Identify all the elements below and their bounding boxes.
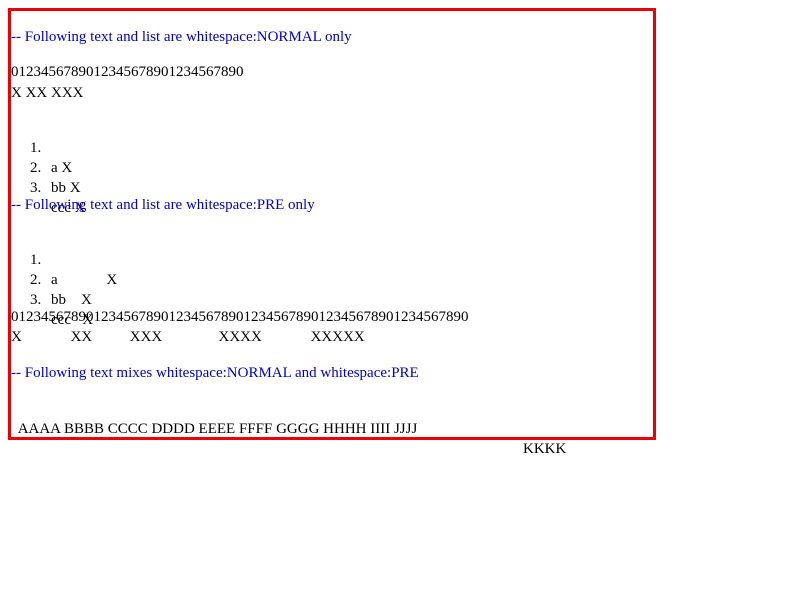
list-item: 1. a X [0, 118, 72, 176]
list-item-text: a X [51, 272, 118, 288]
normal-text: AAAA BBBB CCCC DDDD EEEE FFFF GGGG HHHH … [17, 421, 418, 437]
sample-pre: X XX XXX XXXX XXXXX [11, 329, 365, 345]
comment-mixed-heading: -- Following text mixes whitespace:NORMA… [11, 365, 419, 381]
ruler-normal: 0123456789012345678901234567890 [11, 64, 244, 80]
list-item-text: a X [51, 160, 73, 176]
list-item-number: 2. [30, 160, 42, 176]
list-item: 2. bb X [0, 138, 81, 196]
list-item-number: 1. [30, 252, 42, 268]
list-item: 2. bb X [0, 250, 92, 308]
list-item: 3. ccc X [0, 158, 86, 216]
list-item-number: 2. [30, 272, 42, 288]
sample-normal: X XX XXX [11, 85, 84, 101]
mixed-text-line: AAAA BBBB CCCC DDDD EEEE FFFF GGGG HHHH … [11, 399, 567, 457]
pre-text: KKKK [523, 441, 567, 457]
ruler-pre: 0123456789012345678901234567890123456789… [11, 309, 469, 325]
list-item-number: 1. [30, 140, 42, 156]
list-item: 3. ccc X [0, 270, 93, 328]
comment-normal-heading: -- Following text and list are whitespac… [11, 29, 352, 45]
comment-pre-heading: -- Following text and list are whitespac… [11, 197, 315, 213]
list-item: 1. a X [0, 230, 117, 288]
